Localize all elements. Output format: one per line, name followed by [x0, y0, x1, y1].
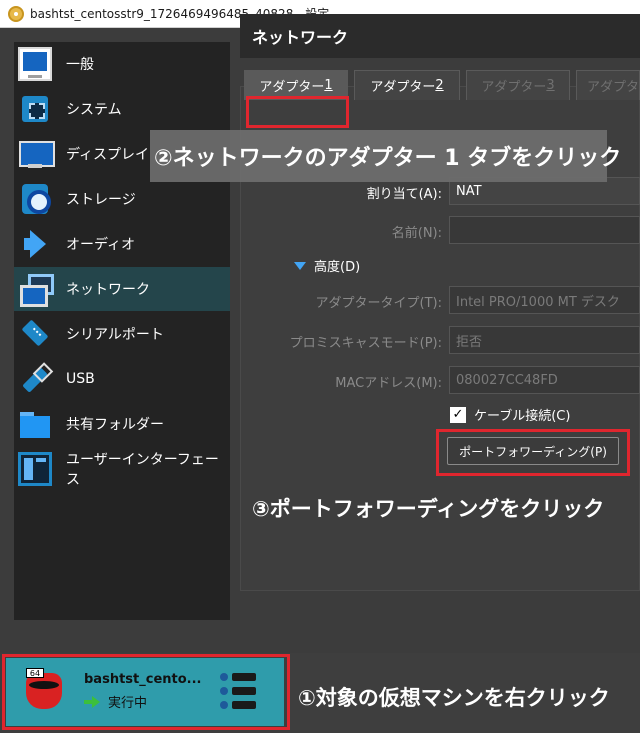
sidebar-item-label: 一般: [66, 57, 94, 73]
display-icon: [18, 137, 55, 171]
storage-icon: [18, 182, 52, 216]
sidebar-item-label: システム: [66, 102, 122, 118]
sidebar-item-label: USB: [66, 371, 95, 387]
highlight-port-forwarding: [436, 429, 630, 476]
cable-connected-label: ケーブル接続(C): [474, 409, 571, 424]
adapter-tab-bar: アダプター 1 アダプター 2 アダプター 3 アダプタ: [240, 68, 640, 100]
chip-icon: [18, 92, 52, 126]
monitor-icon: [18, 47, 52, 81]
step2-annotation: ②ネットワークのアダプター 1 タブをクリック: [150, 130, 621, 182]
tab-label: アダプター: [481, 80, 547, 95]
sidebar-item-label: ネットワーク: [66, 282, 150, 298]
tab-adapter-3[interactable]: アダプター 3: [466, 70, 570, 100]
sidebar-item-network[interactable]: ネットワーク: [14, 267, 230, 311]
sidebar-item-label: ディスプレイ: [66, 147, 150, 163]
attached-to-label: 割り当て(A):: [366, 187, 442, 202]
mac-address-field[interactable]: 080027CC48FD: [449, 366, 640, 394]
network-icon: [18, 272, 54, 307]
sidebar-item-general[interactable]: 一般: [14, 42, 230, 86]
sidebar-item-storage[interactable]: ストレージ: [14, 177, 230, 221]
checkmark-icon: ✓: [450, 406, 466, 423]
sidebar-item-audio[interactable]: オーディオ: [14, 222, 230, 266]
tab-label: アダプター: [370, 80, 436, 95]
sidebar-item-label: ストレージ: [66, 192, 136, 208]
step1-annotation: ①対象の仮想マシンを右クリック: [298, 686, 610, 710]
tab-shortcut-key: 2: [435, 78, 444, 93]
audio-icon: [18, 227, 52, 261]
serial-port-icon: [18, 317, 52, 351]
sidebar-item-label: オーディオ: [66, 237, 136, 253]
highlight-vm-item: [2, 654, 290, 730]
name-label: 名前(N):: [391, 226, 442, 241]
tab-adapter-2[interactable]: アダプター 2: [354, 70, 460, 100]
sidebar-item-user-interface[interactable]: ユーザーインターフェース: [14, 447, 230, 491]
usb-icon: [18, 362, 52, 396]
shared-folder-icon: [18, 407, 52, 441]
sidebar-item-shared-folders[interactable]: 共有フォルダー: [14, 402, 230, 446]
settings-screen: bashtst_centosstr9_1726469496485_40828 -…: [0, 0, 640, 733]
sidebar-item-serial-ports[interactable]: シリアルポート: [14, 312, 230, 356]
cable-connected-checkbox[interactable]: ✓ ケーブル接続(C): [450, 405, 570, 424]
step3-annotation: ③ポートフォワーディングをクリック: [252, 497, 605, 521]
user-interface-icon: [18, 452, 52, 486]
tab-label: アダプタ: [587, 80, 640, 95]
settings-sidebar: 一般 システム ディスプレイ ストレージ オーディオ ネットワーク シリアルポー…: [14, 42, 230, 620]
page-title: ネットワーク: [240, 14, 640, 58]
sidebar-item-label: シリアルポート: [66, 327, 164, 343]
sidebar-item-system[interactable]: システム: [14, 87, 230, 131]
tab-shortcut-key: 1: [324, 78, 333, 93]
sidebar-item-label: ユーザーインターフェース: [66, 452, 219, 488]
settings-gear-icon: [8, 5, 24, 22]
promiscuous-mode-select[interactable]: 拒否: [449, 326, 640, 354]
name-select[interactable]: [449, 216, 640, 244]
tab-label: アダプター: [259, 80, 325, 95]
sidebar-item-label: 共有フォルダー: [66, 417, 164, 433]
advanced-toggle[interactable]: 高度(D): [294, 256, 360, 275]
highlight-adapter-tab: [246, 96, 349, 128]
adapter-type-label: アダプタータイプ(T):: [315, 296, 442, 311]
expand-triangle-icon: [294, 261, 306, 270]
adapter-type-select[interactable]: Intel PRO/1000 MT デスク: [449, 286, 640, 314]
tab-adapter-4[interactable]: アダプタ: [576, 70, 640, 100]
sidebar-item-usb[interactable]: USB: [14, 357, 230, 401]
vm-list-strip: 64 bashtst_cento... 実行中 ①対象の仮想マシンを右クリック: [0, 653, 640, 733]
tab-shortcut-key: 3: [546, 78, 555, 93]
advanced-label: 高度(D): [314, 260, 361, 275]
promiscuous-mode-label: プロミスキャスモード(P):: [289, 336, 442, 351]
mac-address-label: MACアドレス(M):: [335, 376, 442, 391]
